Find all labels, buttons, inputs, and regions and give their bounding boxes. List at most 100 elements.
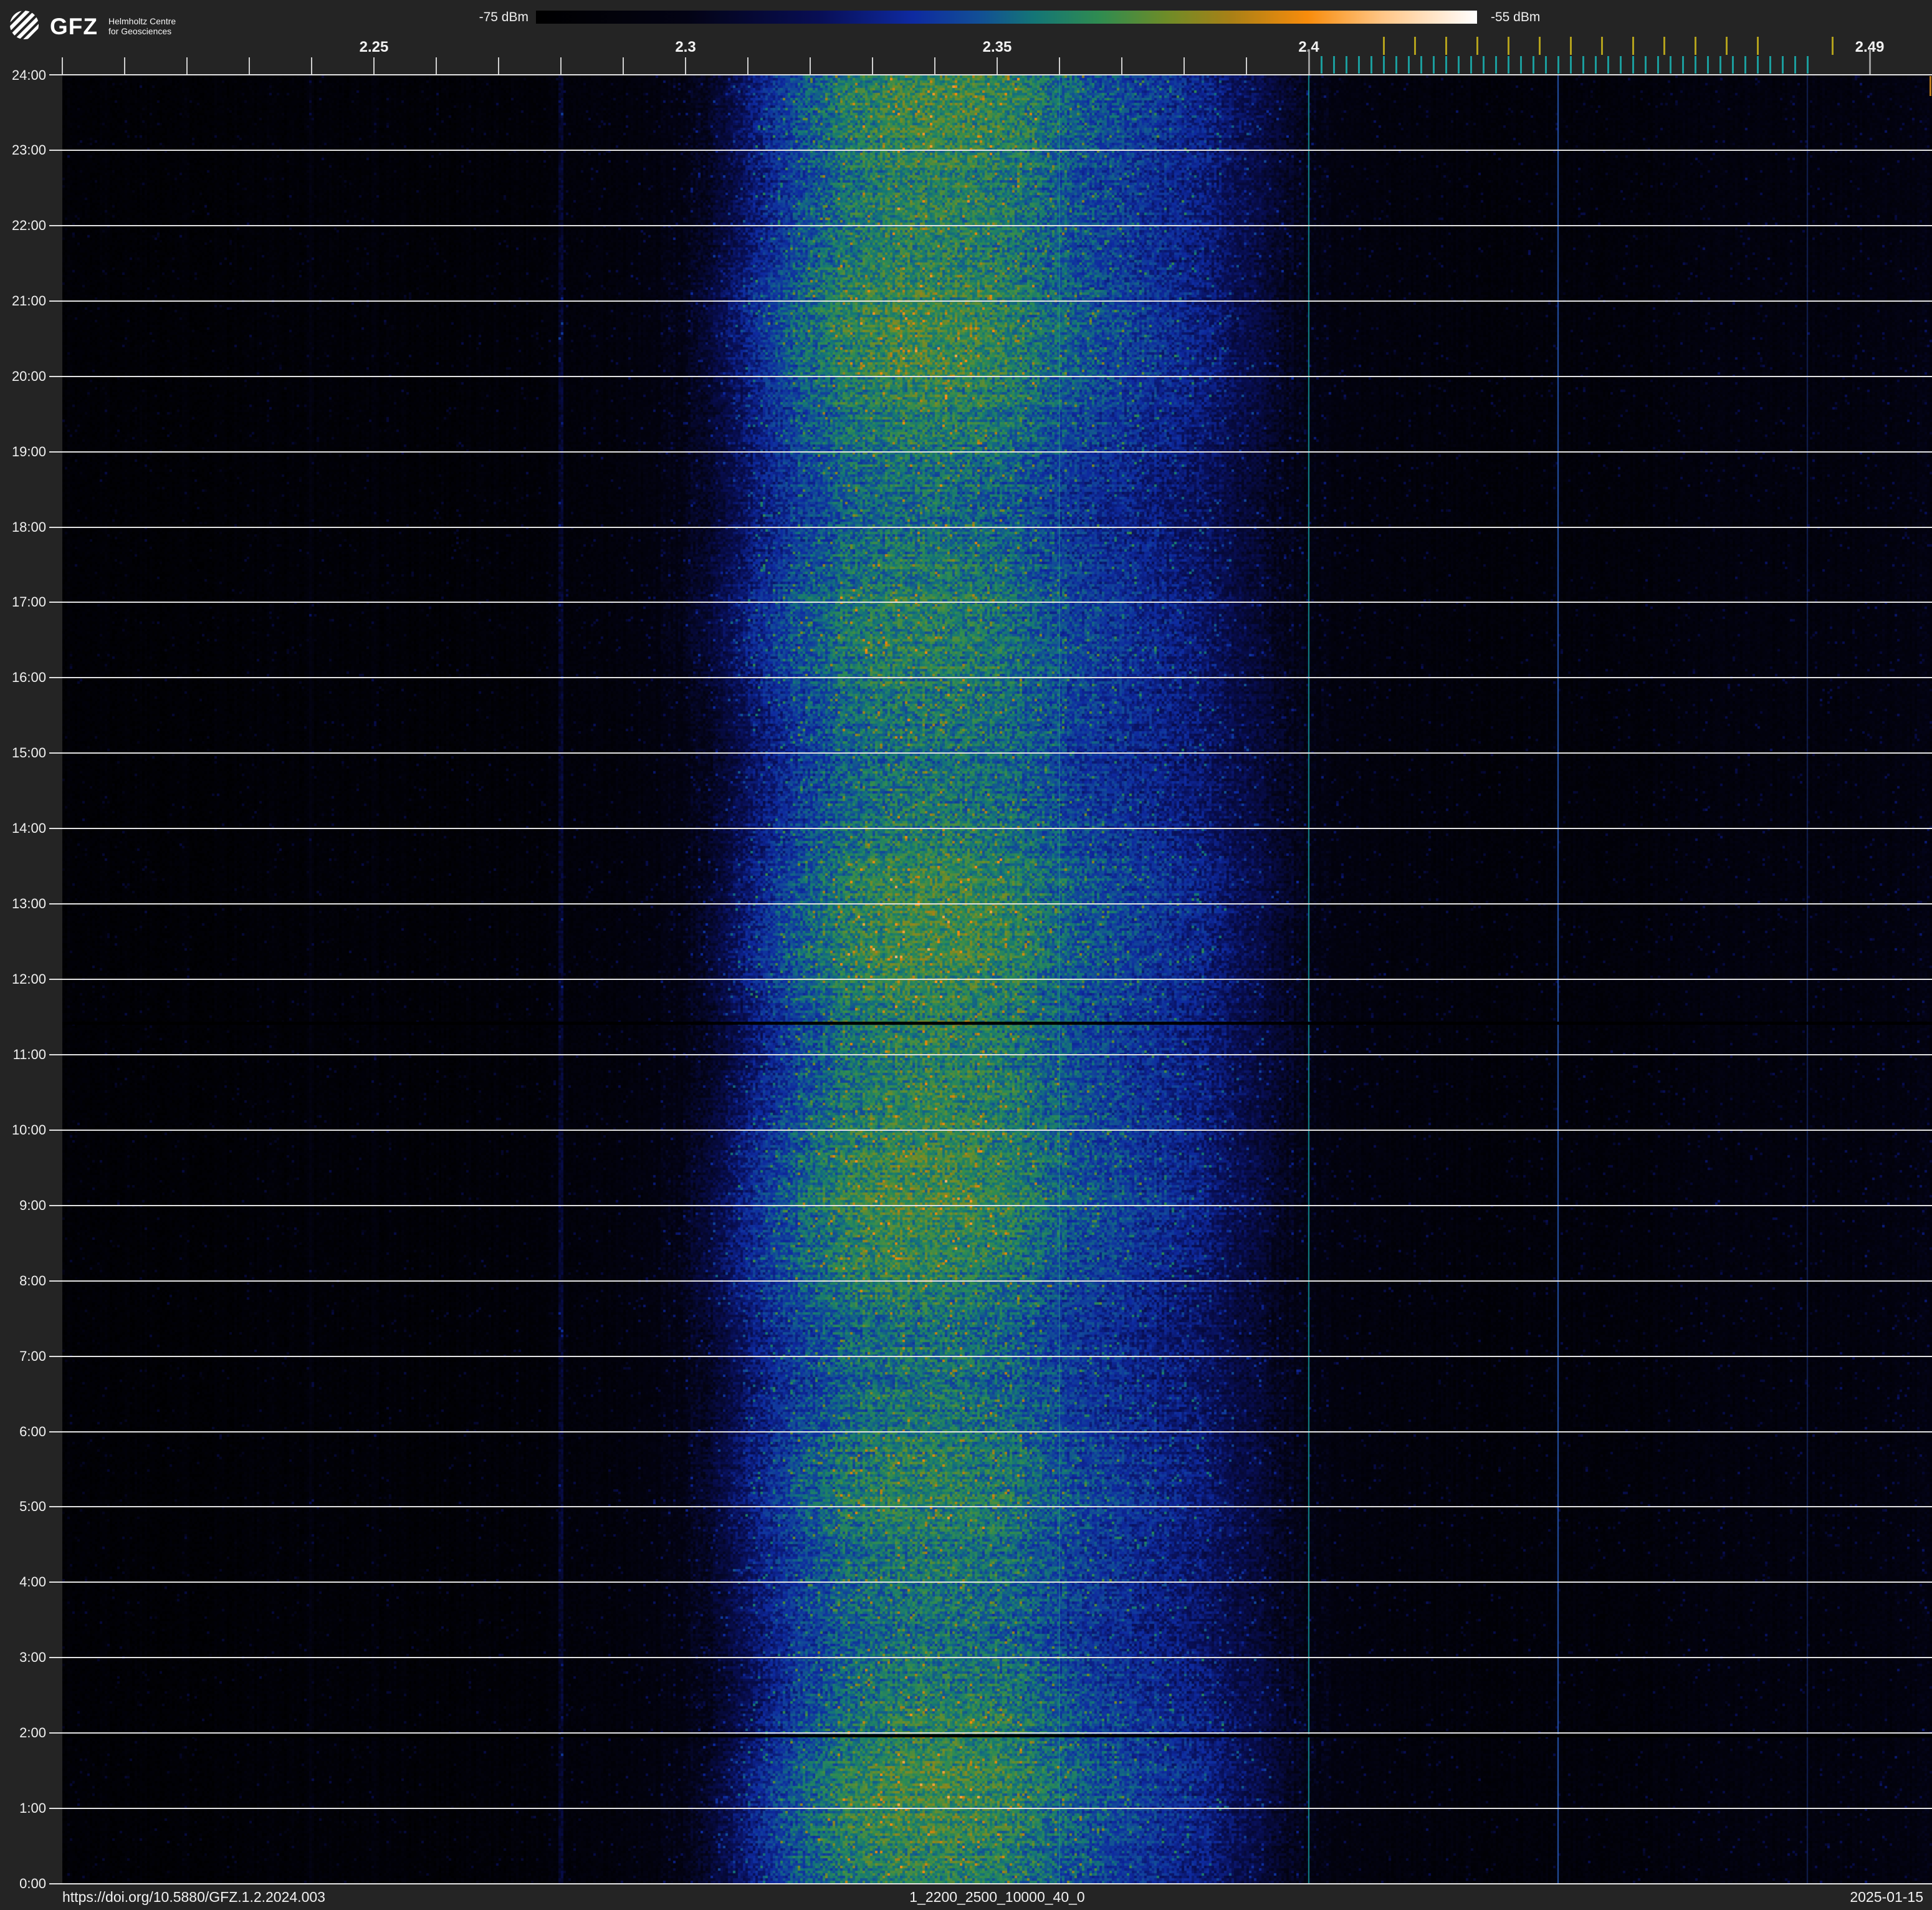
ble-channel-tick — [1458, 56, 1460, 74]
spectrogram-heatmap — [62, 75, 1932, 1884]
wifi-channel-tick — [1726, 37, 1728, 55]
ble-channel-tick — [1732, 56, 1734, 74]
time-tick-label: 21:00 — [11, 292, 46, 309]
ble-channel-tick — [1582, 56, 1584, 74]
hour-gridline — [49, 1280, 1932, 1282]
time-tick-label: 19:00 — [11, 443, 46, 459]
band-edge-marker-tick — [1930, 76, 1931, 96]
ble-channel-tick — [1533, 56, 1534, 74]
wifi-channel-tick — [1476, 37, 1478, 55]
hour-gridline — [49, 1506, 1932, 1508]
ble-channel-tick — [1794, 56, 1796, 74]
freq-minor-tick — [1184, 57, 1185, 74]
ble-channel-tick — [1632, 56, 1634, 74]
hour-gridline — [49, 526, 1932, 528]
freq-minor-tick — [436, 57, 437, 74]
ble-channel-tick — [1682, 56, 1684, 74]
date-text: 2025-01-15 — [1850, 1889, 1923, 1905]
freq-minor-tick — [373, 57, 375, 74]
freq-minor-tick — [872, 57, 873, 74]
ble-channel-tick — [1420, 56, 1422, 74]
time-tick-label: 2:00 — [19, 1725, 46, 1741]
time-tick-label: 9:00 — [19, 1197, 46, 1213]
ble-channel-tick — [1570, 56, 1572, 74]
hour-gridline — [49, 1808, 1932, 1810]
ble-channel-tick — [1670, 56, 1671, 74]
freq-minor-tick — [997, 57, 998, 74]
time-tick-label: 3:00 — [19, 1649, 46, 1666]
ble-channel-tick — [1744, 56, 1746, 74]
hour-gridline — [49, 1657, 1932, 1659]
hour-gridline — [49, 1581, 1932, 1583]
filename-text: 1_2200_2500_10000_40_0 — [909, 1889, 1085, 1905]
hour-gridline — [49, 1129, 1932, 1131]
hour-gridline — [49, 979, 1932, 980]
colorbar-max-label: -55 dBm — [1491, 10, 1541, 24]
hour-gridline — [49, 149, 1932, 151]
hour-gridline — [49, 224, 1932, 226]
wifi-channel-tick — [1663, 37, 1665, 55]
freq-minor-tick — [934, 57, 935, 74]
spectrogram-page: GFZ Helmholtz Centre for Geosciences -75… — [0, 0, 1932, 1910]
wifi-channel-tick — [1757, 37, 1759, 55]
freq-minor-tick — [685, 57, 686, 74]
freq-minor-tick — [186, 57, 188, 74]
freq-minor-tick — [62, 57, 63, 74]
ble-channel-tick — [1395, 56, 1397, 74]
hour-gridline — [49, 677, 1932, 679]
time-tick-label: 7:00 — [19, 1348, 46, 1364]
hour-gridline — [49, 602, 1932, 603]
ble-channel-tick — [1321, 56, 1322, 74]
ble-channel-tick — [1433, 56, 1435, 74]
ble-channel-tick — [1657, 56, 1659, 74]
ble-channel-tick — [1370, 56, 1372, 74]
colorbar-min-label: -75 dBm — [479, 10, 528, 24]
freq-minor-tick — [747, 57, 748, 74]
freq-minor-tick — [560, 57, 562, 74]
hour-gridline — [49, 1053, 1932, 1055]
ble-channel-tick — [1383, 56, 1385, 74]
ble-channel-tick — [1607, 56, 1609, 74]
ble-channel-tick — [1346, 56, 1347, 74]
ble-channel-tick — [1620, 56, 1622, 74]
freq-major-tick — [1308, 50, 1310, 74]
hour-gridline — [49, 1355, 1932, 1357]
time-tick-label: 1:00 — [19, 1800, 46, 1816]
time-tick-label: 18:00 — [11, 519, 46, 535]
hour-gridline — [49, 752, 1932, 754]
ble-channel-tick — [1358, 56, 1360, 74]
hour-gridline — [49, 1883, 1932, 1884]
wifi-channel-tick — [1832, 37, 1834, 55]
time-tick-label: 20:00 — [11, 368, 46, 384]
time-tick-label: 23:00 — [11, 142, 46, 158]
freq-minor-tick — [311, 57, 312, 74]
time-tick-label: 10:00 — [11, 1121, 46, 1138]
hour-gridline — [49, 828, 1932, 830]
freq-tick-label: 2.35 — [982, 39, 1012, 55]
hour-gridline — [49, 451, 1932, 453]
wifi-channel-tick — [1570, 37, 1572, 55]
hour-gridline — [49, 1204, 1932, 1206]
hour-gridline — [49, 903, 1932, 905]
ble-channel-tick — [1595, 56, 1597, 74]
ble-channel-tick — [1470, 56, 1472, 74]
time-tick-label: 14:00 — [11, 820, 46, 837]
time-tick-label: 13:00 — [11, 896, 46, 912]
wifi-channel-tick — [1414, 37, 1416, 55]
ble-channel-tick — [1333, 56, 1335, 74]
gfz-logo-icon — [10, 11, 39, 39]
ble-channel-tick — [1483, 56, 1485, 74]
ble-channel-tick — [1557, 56, 1559, 74]
brand-text: GFZ — [50, 14, 98, 39]
wifi-channel-tick — [1632, 37, 1634, 55]
freq-minor-tick — [1246, 57, 1247, 74]
ble-channel-tick — [1520, 56, 1522, 74]
freq-tick-label: 2.25 — [359, 39, 389, 55]
ble-channel-tick — [1508, 56, 1509, 74]
hour-gridline — [49, 1732, 1932, 1734]
time-tick-label: 11:00 — [12, 1046, 46, 1062]
brand-subtitle-line2: for Geosciences — [108, 26, 172, 36]
freq-minor-tick — [1121, 57, 1122, 74]
time-tick-label: 24:00 — [11, 67, 46, 83]
freq-minor-tick — [810, 57, 811, 74]
